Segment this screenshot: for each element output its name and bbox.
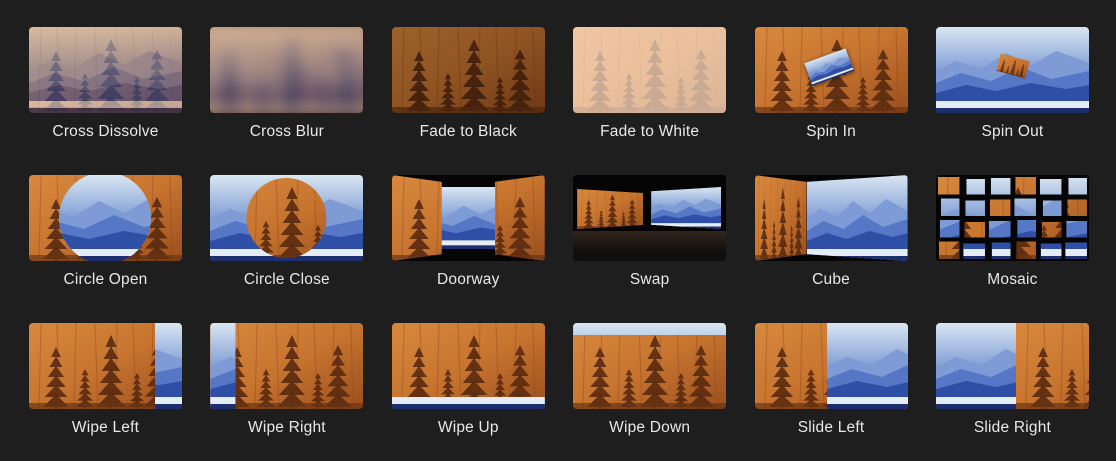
transition-label: Spin In xyxy=(806,123,856,140)
wipe-down-thumbnail xyxy=(573,323,727,409)
right-door xyxy=(494,175,545,261)
wipe-left-thumbnail xyxy=(29,323,182,409)
mountain-image xyxy=(29,27,182,113)
transition-label: Swap xyxy=(629,271,670,288)
mountain-image xyxy=(210,27,364,113)
transition-spin-out[interactable]: Spin Out xyxy=(935,27,1089,146)
transition-label: Wipe Down xyxy=(609,419,691,436)
wipe-right-thumbnail xyxy=(210,323,364,409)
transition-swap[interactable]: Swap xyxy=(573,175,727,294)
slide-left-thumbnail xyxy=(754,323,908,409)
forest-image xyxy=(494,175,545,261)
transition-label: Slide Left xyxy=(797,419,865,436)
floor-reflection xyxy=(573,231,727,261)
cube-right-face xyxy=(806,175,908,261)
transition-fade-to-white[interactable]: Fade to White xyxy=(573,27,727,146)
transition-wipe-right[interactable]: Wipe Right xyxy=(210,323,364,442)
mountain-image xyxy=(651,187,722,229)
transition-slide-right[interactable]: Slide Right xyxy=(935,323,1089,442)
transition-label: Spin Out xyxy=(981,123,1044,140)
transitions-browser: Cross Dissolve Cross Blur Fade to Black … xyxy=(29,27,1089,442)
transition-label: Circle Open xyxy=(63,271,148,288)
forest-image xyxy=(391,27,545,113)
forest-image xyxy=(577,189,644,229)
spin-in-thumbnail xyxy=(754,27,908,113)
transition-cross-blur[interactable]: Cross Blur xyxy=(210,27,364,146)
transition-label: Fade to White xyxy=(600,123,700,140)
sliding-frame xyxy=(826,323,908,409)
transition-spin-in[interactable]: Spin In xyxy=(754,27,908,146)
left-door xyxy=(391,175,442,261)
spin-out-thumbnail xyxy=(935,27,1089,113)
mountain-image xyxy=(806,175,908,261)
forest-image xyxy=(391,323,545,409)
incoming-frame xyxy=(437,187,498,249)
slide-right-thumbnail xyxy=(935,323,1089,409)
forest-image xyxy=(1015,323,1089,409)
transition-cube[interactable]: Cube xyxy=(754,175,908,294)
forest-image xyxy=(754,175,807,261)
cube-left-face xyxy=(754,175,807,261)
circle-close-thumbnail xyxy=(210,175,364,261)
fade-to-white-thumbnail xyxy=(573,27,727,113)
sliding-frame xyxy=(1015,323,1089,409)
white-overlay xyxy=(573,27,727,113)
mountain-image xyxy=(826,323,908,409)
transition-label: Cross Blur xyxy=(249,123,325,140)
transition-mosaic[interactable]: Mosaic xyxy=(935,175,1089,294)
transition-circle-open[interactable]: Circle Open xyxy=(29,175,182,294)
forest-image xyxy=(573,323,727,409)
forest-image xyxy=(391,175,442,261)
transition-label: Fade to Black xyxy=(419,123,517,140)
wipe-up-thumbnail xyxy=(391,323,545,409)
transition-label: Wipe Left xyxy=(71,419,140,436)
transition-wipe-down[interactable]: Wipe Down xyxy=(573,323,727,442)
forest-panel xyxy=(577,189,644,229)
transition-label: Cross Dissolve xyxy=(52,123,159,140)
transition-wipe-up[interactable]: Wipe Up xyxy=(391,323,545,442)
transition-slide-left[interactable]: Slide Left xyxy=(754,323,908,442)
transition-label: Wipe Up xyxy=(437,419,499,436)
transition-circle-close[interactable]: Circle Close xyxy=(210,175,364,294)
cross-blur-thumbnail xyxy=(210,27,364,113)
transition-label: Mosaic xyxy=(987,271,1038,288)
circle-open-thumbnail xyxy=(29,175,182,261)
transition-cross-dissolve[interactable]: Cross Dissolve xyxy=(29,27,182,146)
cube-thumbnail xyxy=(754,175,908,261)
transition-fade-to-black[interactable]: Fade to Black xyxy=(391,27,545,146)
fade-to-black-thumbnail xyxy=(391,27,545,113)
transition-label: Cube xyxy=(812,271,850,288)
mosaic-thumbnail xyxy=(935,175,1089,261)
swap-thumbnail xyxy=(573,175,727,261)
doorway-thumbnail xyxy=(391,175,545,261)
transition-label: Slide Right xyxy=(973,419,1052,436)
mountain-panel xyxy=(651,187,722,229)
transition-label: Circle Close xyxy=(243,271,330,288)
transition-doorway[interactable]: Doorway xyxy=(391,175,545,294)
transition-label: Wipe Right xyxy=(247,419,326,436)
mountain-image xyxy=(437,187,498,249)
cross-dissolve-thumbnail xyxy=(29,27,182,113)
transition-label: Doorway xyxy=(437,271,500,288)
transition-wipe-left[interactable]: Wipe Left xyxy=(29,323,182,442)
